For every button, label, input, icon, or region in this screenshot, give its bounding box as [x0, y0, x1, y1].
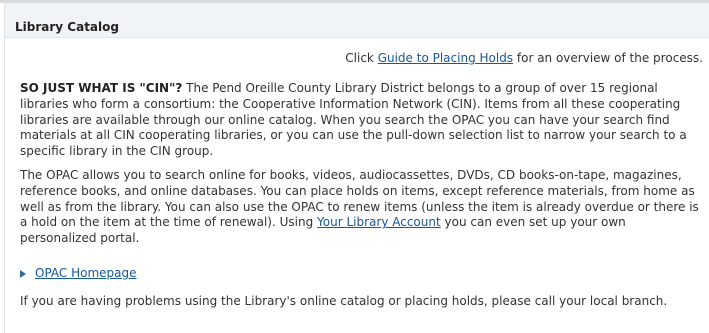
opac-homepage-row: OPAC Homepage: [20, 265, 137, 281]
catalog-panel: Library Catalog Click Guide to Placing H…: [4, 3, 709, 333]
cin-intro-paragraph: SO JUST WHAT IS "CIN"? The Pend Oreille …: [20, 81, 704, 160]
opac-homepage-link[interactable]: OPAC Homepage: [35, 266, 137, 280]
panel-header: Library Catalog: [5, 3, 709, 38]
opac-info-paragraph: The OPAC allows you to search online for…: [20, 168, 704, 247]
help-paragraph: If you are having problems using the Lib…: [20, 294, 668, 308]
guide-to-placing-holds-link[interactable]: Guide to Placing Holds: [378, 51, 513, 65]
guide-suffix: for an overview of the process.: [513, 51, 703, 65]
your-library-account-link[interactable]: Your Library Account: [317, 215, 441, 229]
triangle-right-icon: [20, 270, 26, 278]
guide-line: Click Guide to Placing Holds for an over…: [20, 50, 703, 66]
cin-intro-lead: SO JUST WHAT IS "CIN"?: [20, 81, 183, 95]
guide-prefix: Click: [345, 51, 378, 65]
page-title: Library Catalog: [15, 20, 119, 34]
